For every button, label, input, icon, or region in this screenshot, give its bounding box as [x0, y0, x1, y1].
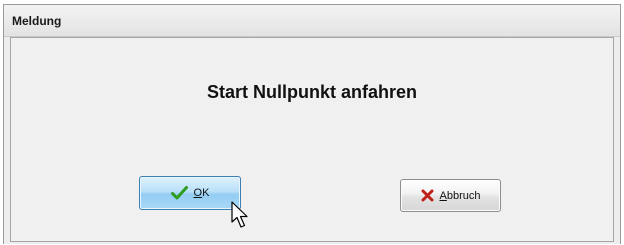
ok-button-label: OK — [193, 187, 210, 199]
title-bar[interactable]: Meldung — [4, 5, 620, 37]
mouse-pointer-icon — [231, 201, 251, 231]
checkmark-icon — [170, 186, 188, 200]
cancel-button[interactable]: Abbruch — [400, 179, 501, 212]
ok-button[interactable]: OK — [139, 176, 241, 210]
message-dialog: Meldung Start Nullpunkt anfahren OK Abbr… — [3, 4, 621, 244]
message-text: Start Nullpunkt anfahren — [206, 82, 417, 102]
dialog-content: Start Nullpunkt anfahren OK Abbruch — [10, 37, 614, 242]
cancel-button-label: Abbruch — [439, 189, 481, 202]
red-x-icon — [421, 189, 434, 202]
dialog-title: Meldung — [12, 14, 62, 28]
